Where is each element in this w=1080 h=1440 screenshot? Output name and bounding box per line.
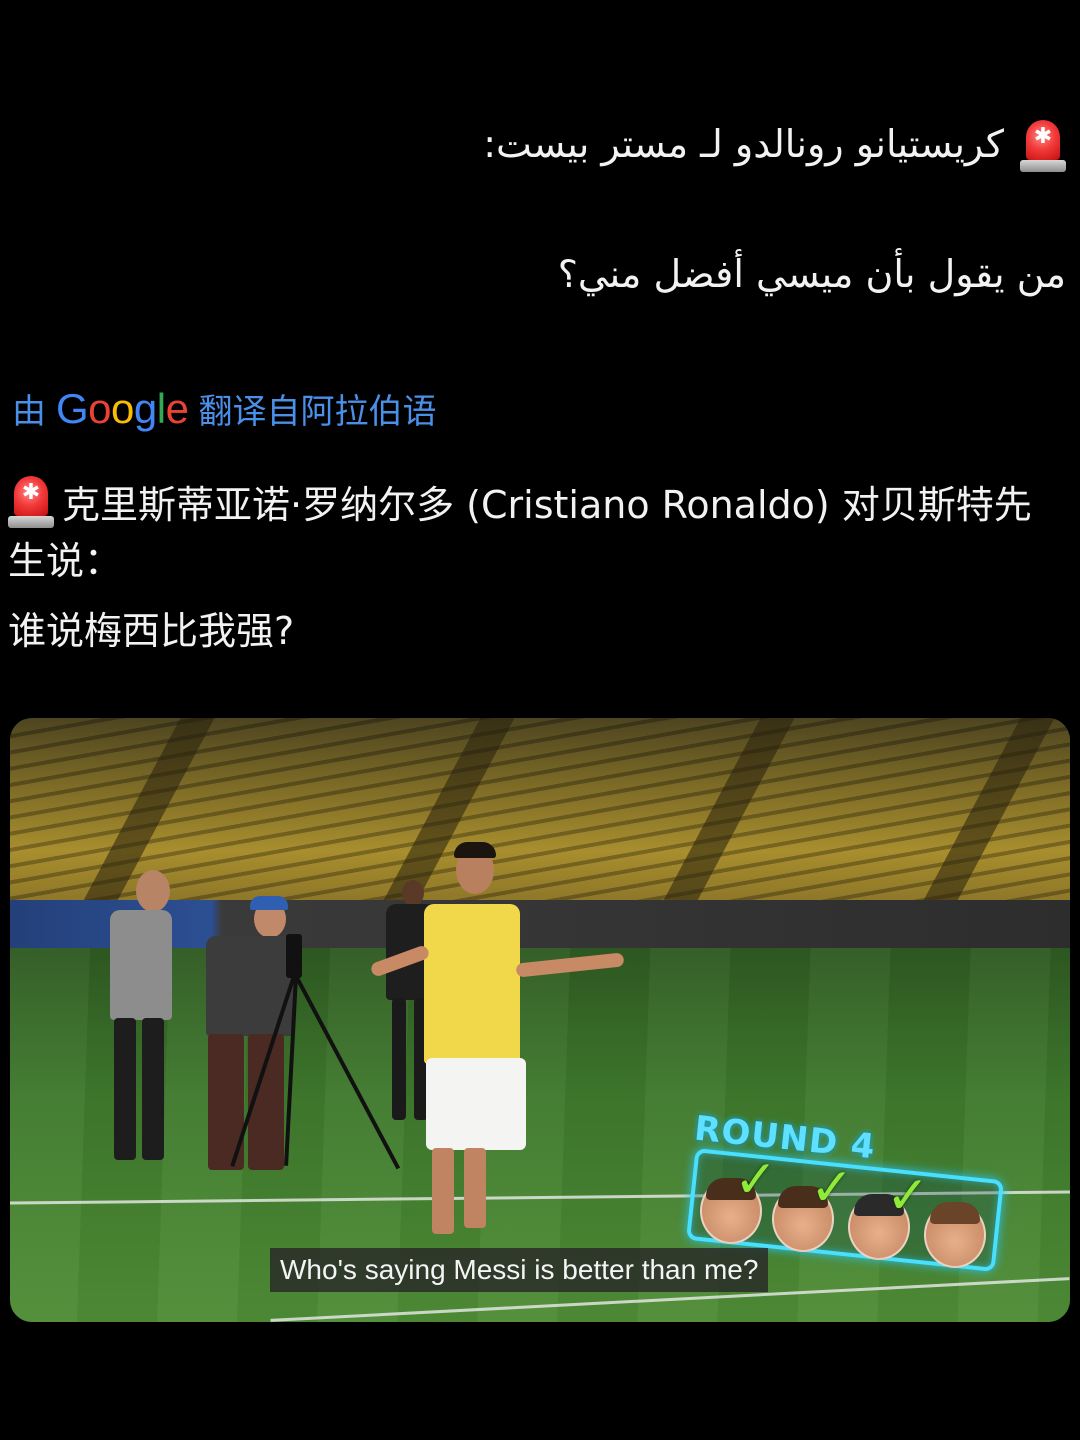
translation-prefix: 由 — [12, 392, 46, 432]
original-text-line-1-label: كريستيانو رونالدو لـ مستر بيست: — [483, 122, 1004, 167]
translated-text-line-1: ✱ 克里斯蒂亚诺·罗纳尔多 (Cristiano Ronaldo) 对贝斯特先生说… — [8, 474, 1068, 589]
checkmark-icon: ✓ — [810, 1158, 854, 1218]
checkmark-icon: ✓ — [734, 1150, 778, 1210]
video-subtitle: Who's saying Messi is better than me? — [270, 1248, 769, 1292]
police-siren-icon: ✱ — [8, 474, 54, 528]
video-player[interactable]: ROUND 4 ✓ ✓ ✓ Who's saying Messi is bett… — [10, 718, 1070, 1322]
checkmark-icon: ✓ — [886, 1166, 930, 1226]
translated-text: ✱ 克里斯蒂亚诺·罗纳尔多 (Cristiano Ronaldo) 对贝斯特先生说… — [8, 474, 1068, 659]
translated-text-line-1-label: 克里斯蒂亚诺·罗纳尔多 (Cristiano Ronaldo) 对贝斯特先生说： — [8, 483, 1032, 583]
google-logo: Google — [56, 384, 189, 432]
original-text-line-2: من يقول بأن ميسي أفضل مني؟ — [557, 252, 1066, 296]
translated-text-line-2: 谁说梅西比我强? — [8, 609, 295, 653]
police-siren-icon: ✱ — [1020, 118, 1066, 172]
post-view: ✱ كريستيانو رونالدو لـ مستر بيست: من يقو… — [0, 0, 1080, 1440]
contestant-4-avatar — [924, 1202, 986, 1268]
original-text-line-1: ✱ كريستيانو رونالدو لـ مستر بيست: — [483, 118, 1066, 172]
translation-suffix: 翻译自阿拉伯语 — [198, 392, 437, 432]
translation-source-link[interactable]: 由 Google 翻译自阿拉伯语 — [12, 384, 436, 433]
